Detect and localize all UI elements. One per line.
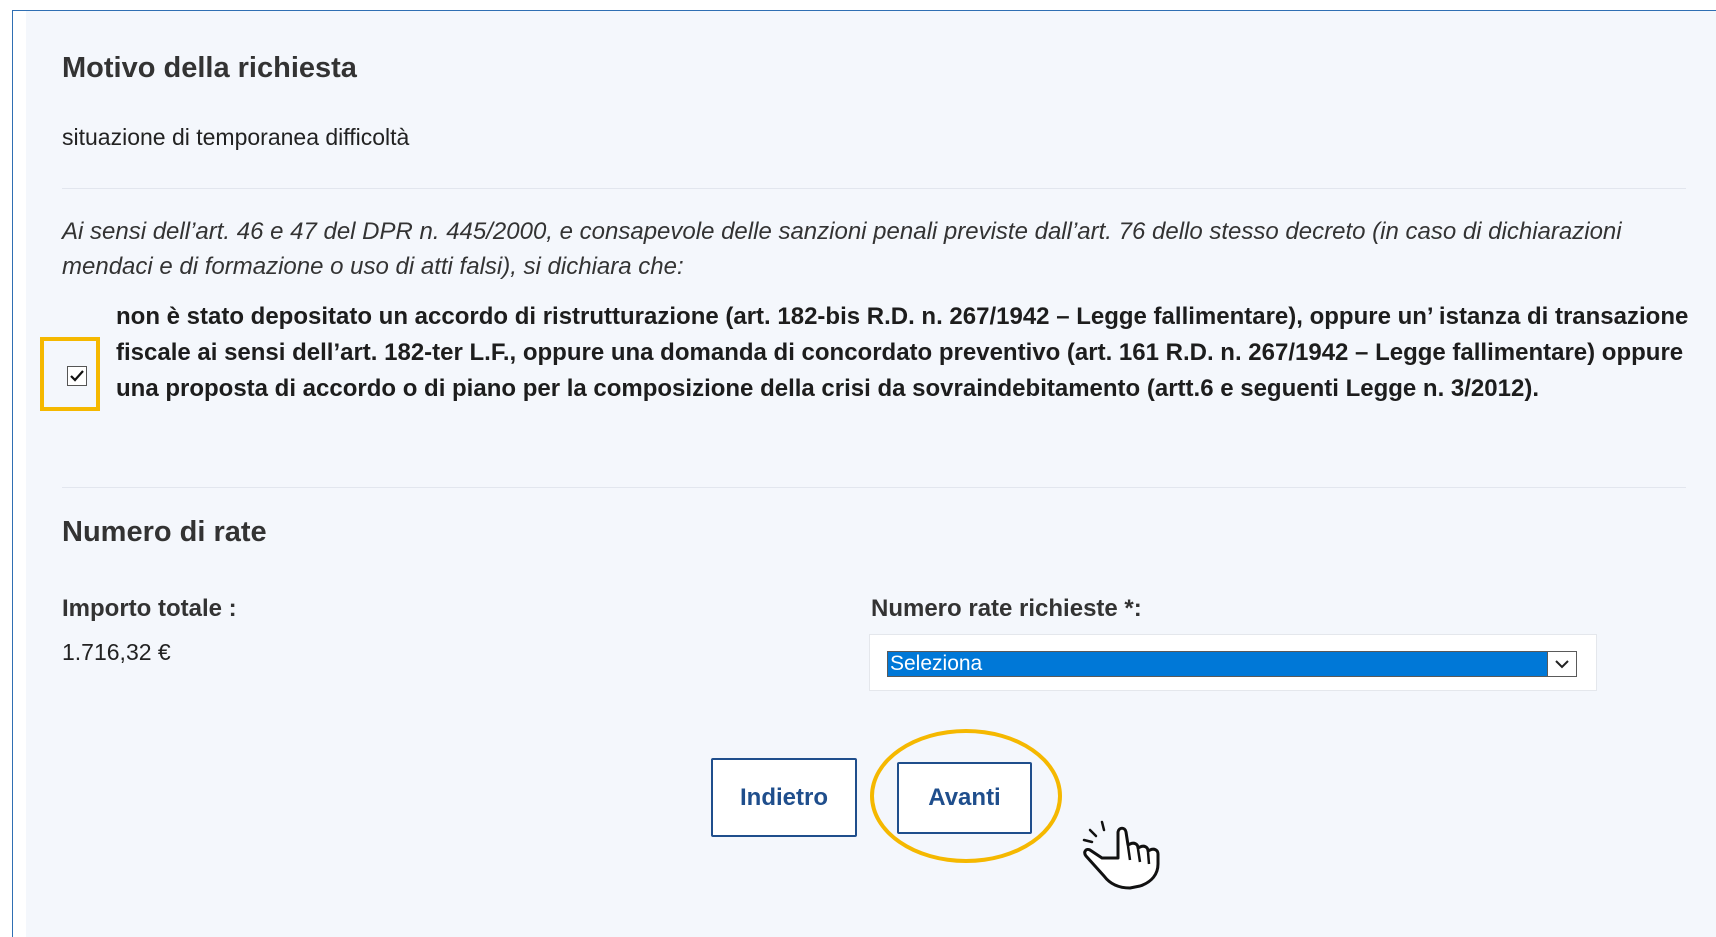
divider (62, 188, 1686, 189)
numero-rate-selected-value: Seleziona (890, 652, 983, 675)
checkmark-icon (70, 370, 84, 382)
declaration-intro: Ai sensi dell’art. 46 e 47 del DPR n. 44… (62, 218, 1622, 280)
importo-value: 1.716,32 € (62, 639, 171, 665)
motivo-value: situazione di temporanea difficoltà (62, 124, 410, 150)
hand-pointer-icon (1082, 820, 1160, 890)
numero-rate-label: Numero rate richieste *: (871, 595, 1142, 622)
importo-label: Importo totale : (62, 595, 237, 622)
declaration-checkbox[interactable] (67, 366, 87, 386)
numero-rate-select[interactable]: Seleziona (887, 651, 1577, 677)
back-button-label: Indietro (740, 783, 828, 811)
divider (62, 487, 1686, 488)
next-button-highlight (870, 729, 1062, 863)
back-button[interactable]: Indietro (711, 758, 857, 837)
declaration-checkbox-label: non è stato depositato un accordo di ris… (116, 303, 1689, 402)
numero-rate-select-container: Seleziona (869, 634, 1597, 691)
rate-title: Numero di rate (62, 516, 267, 548)
chevron-down-icon[interactable] (1547, 651, 1577, 677)
motivo-title: Motivo della richiesta (62, 52, 357, 84)
